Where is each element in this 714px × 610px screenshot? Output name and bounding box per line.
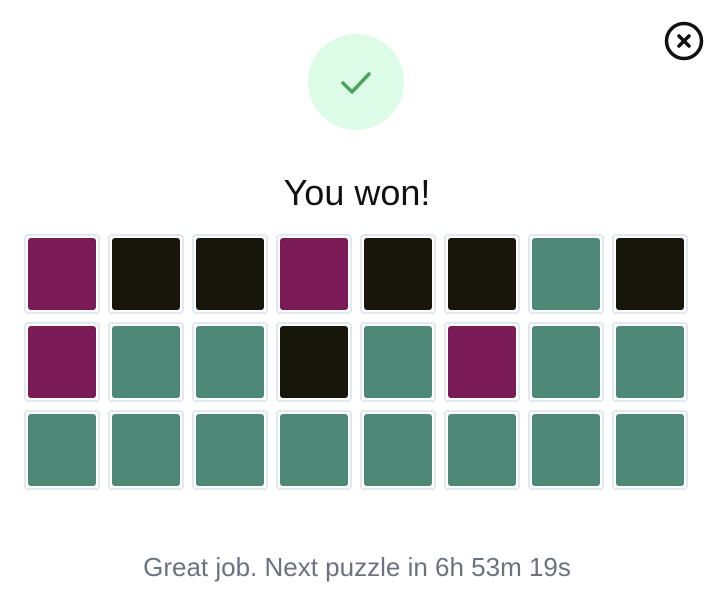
tile-purple xyxy=(28,326,96,398)
result-tile xyxy=(360,234,436,314)
check-icon xyxy=(341,72,371,94)
result-tile xyxy=(108,322,184,402)
tile-green xyxy=(364,414,432,486)
win-modal: You won! Great job. Next puzzle in 6h 53… xyxy=(0,0,714,610)
tile-green xyxy=(28,414,96,486)
tile-green xyxy=(112,414,180,486)
tile-purple xyxy=(28,238,96,310)
result-tile xyxy=(192,322,268,402)
result-tile xyxy=(360,410,436,490)
tile-dark xyxy=(448,238,516,310)
result-tile xyxy=(192,234,268,314)
tile-dark xyxy=(112,238,180,310)
tile-green xyxy=(364,326,432,398)
tile-green xyxy=(448,414,516,486)
modal-title: You won! xyxy=(283,172,431,213)
result-tile xyxy=(108,234,184,314)
result-tile xyxy=(528,234,604,314)
result-tile xyxy=(108,410,184,490)
tile-green xyxy=(532,238,600,310)
grid-row xyxy=(24,234,690,314)
result-tile xyxy=(612,410,688,490)
tile-green xyxy=(196,326,264,398)
result-tile xyxy=(528,322,604,402)
result-tile xyxy=(444,234,520,314)
result-tile xyxy=(276,322,352,402)
result-tile xyxy=(24,234,100,314)
tile-dark xyxy=(280,326,348,398)
grid-row xyxy=(24,410,690,490)
result-tile xyxy=(612,322,688,402)
close-icon xyxy=(664,21,704,61)
success-badge xyxy=(308,34,404,130)
next-puzzle-message: Great job. Next puzzle in 6h 53m 19s xyxy=(143,552,571,582)
result-grid xyxy=(24,234,690,498)
tile-green xyxy=(616,414,684,486)
grid-row xyxy=(24,322,690,402)
result-tile xyxy=(444,322,520,402)
result-tile xyxy=(528,410,604,490)
close-button[interactable] xyxy=(664,21,704,61)
tile-green xyxy=(532,326,600,398)
tile-dark xyxy=(196,238,264,310)
tile-purple xyxy=(280,238,348,310)
result-tile xyxy=(444,410,520,490)
tile-dark xyxy=(616,238,684,310)
result-tile xyxy=(192,410,268,490)
result-tile xyxy=(24,322,100,402)
result-tile xyxy=(360,322,436,402)
tile-green xyxy=(616,326,684,398)
tile-green xyxy=(196,414,264,486)
tile-green xyxy=(280,414,348,486)
tile-dark xyxy=(364,238,432,310)
tile-green xyxy=(112,326,180,398)
result-tile xyxy=(24,410,100,490)
result-tile xyxy=(612,234,688,314)
tile-green xyxy=(532,414,600,486)
result-tile xyxy=(276,410,352,490)
result-tile xyxy=(276,234,352,314)
tile-purple xyxy=(448,326,516,398)
